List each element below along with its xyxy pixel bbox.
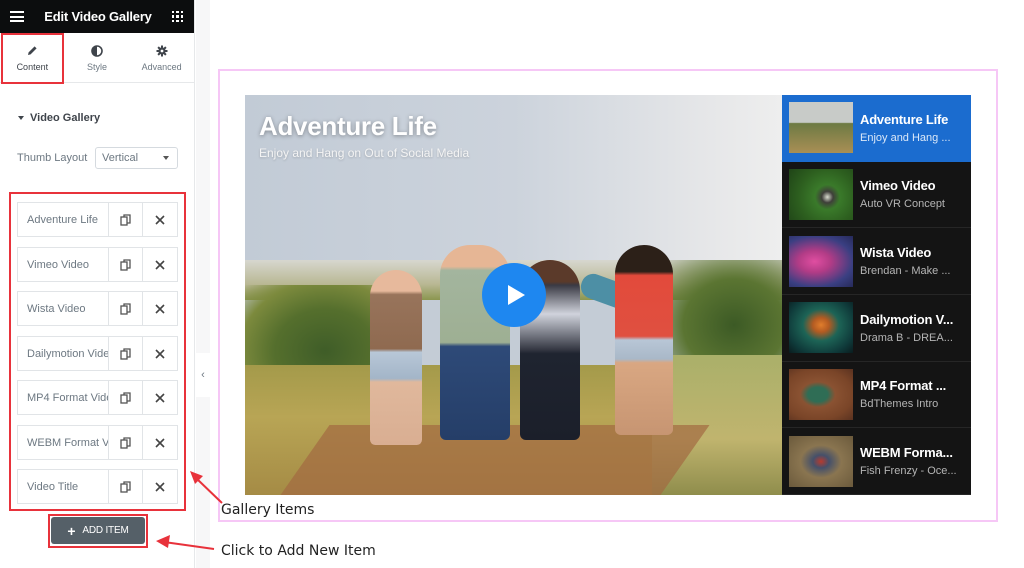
thumbnail-image [789,368,853,420]
section-title-label: Video Gallery [30,112,101,124]
dropdown-arrow-icon [163,156,169,160]
duplicate-icon[interactable] [109,203,143,236]
video-poster-hiker [615,245,673,435]
video-subtitle: Enjoy and Hang on Out of Social Media [259,146,470,160]
repeater-item[interactable]: Adventure Life [17,202,178,237]
repeater-item[interactable]: Dailymotion Video [17,336,178,371]
thumb-layout-select[interactable]: Vertical [95,147,178,169]
thumbnail-subtitle: BdThemes Intro [860,398,939,411]
add-item-label: ADD ITEM [82,525,129,536]
chevron-left-icon: ‹ [201,369,205,381]
add-item-button[interactable]: + ADD ITEM [51,517,145,544]
thumbnail-item[interactable]: WEBM Forma... Fish Frenzy - Oce... [782,428,971,495]
thumbnail-image [789,435,853,487]
repeater-item-title[interactable]: WEBM Format Video [18,426,109,459]
pencil-icon [27,44,38,58]
remove-icon[interactable] [143,292,177,325]
remove-icon[interactable] [143,470,177,503]
repeater-item[interactable]: Vimeo Video [17,247,178,282]
remove-icon[interactable] [143,203,177,236]
panel-title: Edit Video Gallery [44,9,152,24]
section-video-gallery[interactable]: Video Gallery [18,112,100,124]
thumb-layout-label: Thumb Layout [17,152,88,164]
repeater-item-title[interactable]: Video Title [18,470,109,503]
repeater-item-title[interactable]: Wista Video [18,292,109,325]
tab-advanced[interactable]: Advanced [129,33,194,82]
repeater-item[interactable]: Wista Video [17,291,178,326]
repeater-item-title[interactable]: Adventure Life [18,203,109,236]
thumbnail-title: MP4 Format ... [860,378,947,394]
thumbnail-subtitle: Drama B - DREA... [860,331,953,344]
thumbnail-title: Vimeo Video [860,178,936,194]
plus-icon: + [67,522,76,539]
thumbnail-title: Adventure Life [860,111,949,127]
play-icon [508,285,525,305]
hamburger-icon[interactable] [10,11,24,22]
video-gallery: Adventure Life Enjoy and Hang on Out of … [245,95,971,495]
grid-icon[interactable] [171,10,184,23]
thumbnail-subtitle: Auto VR Concept [860,198,945,211]
thumb-layout-value: Vertical [102,152,139,164]
panel-tabs: Content Style Advanced [0,33,194,84]
repeater-item-title[interactable]: Dailymotion Video [18,337,109,370]
thumbnail-image [789,168,853,220]
repeater-item-title[interactable]: MP4 Format Video [18,381,109,414]
thumbnail-image [789,102,853,154]
half-circle-icon [91,44,103,58]
thumbnail-item[interactable]: Wista Video Brendan - Make ... [782,228,971,295]
repeater-item[interactable]: Video Title [17,469,178,504]
panel-divider [196,0,210,568]
thumbnail-item[interactable]: Dailymotion V... Drama B - DREA... [782,295,971,362]
thumbnail-item[interactable]: Vimeo Video Auto VR Concept [782,162,971,229]
repeater-item[interactable]: MP4 Format Video [17,380,178,415]
thumbnail-item[interactable]: MP4 Format ... BdThemes Intro [782,362,971,429]
thumbnail-item[interactable]: Adventure Life Enjoy and Hang ... [782,95,971,162]
remove-icon[interactable] [143,248,177,281]
thumbnail-title: WEBM Forma... [860,445,953,461]
thumbnail-image [789,302,853,354]
tab-style-label: Style [87,61,108,72]
thumbnail-image [789,235,853,287]
thumbnail-title: Wista Video [860,245,932,261]
duplicate-icon[interactable] [109,426,143,459]
play-button[interactable] [482,263,546,327]
panel-header: Edit Video Gallery [0,0,194,33]
tab-content-label: Content [16,61,49,72]
remove-icon[interactable] [143,426,177,459]
gallery-items-annotation: Gallery Items [221,502,315,518]
collapse-panel-button[interactable]: ‹ [196,353,210,397]
remove-icon[interactable] [143,381,177,414]
thumbnail-list: Adventure Life Enjoy and Hang ... Vimeo … [782,95,971,495]
repeater-item[interactable]: WEBM Format Video [17,425,178,460]
repeater-item-title[interactable]: Vimeo Video [18,248,109,281]
add-item-annotation: Click to Add New Item [221,543,376,559]
caret-down-icon [18,116,24,120]
tab-style[interactable]: Style [65,33,130,82]
thumb-layout-field: Thumb Layout Vertical [17,147,178,169]
thumbnail-title: Dailymotion V... [860,311,954,327]
duplicate-icon[interactable] [109,381,143,414]
duplicate-icon[interactable] [109,292,143,325]
gear-icon [156,44,168,58]
duplicate-icon[interactable] [109,470,143,503]
video-title: Adventure Life [259,111,437,141]
duplicate-icon[interactable] [109,337,143,370]
thumbnail-subtitle: Enjoy and Hang ... [860,131,951,144]
thumbnail-subtitle: Brendan - Make ... [860,265,951,278]
remove-icon[interactable] [143,337,177,370]
video-player[interactable]: Adventure Life Enjoy and Hang on Out of … [245,95,782,495]
tab-content[interactable]: Content [0,33,65,84]
thumbnail-subtitle: Fish Frenzy - Oce... [860,465,957,478]
video-poster-hiker [370,270,422,445]
tab-advanced-label: Advanced [141,61,182,72]
duplicate-icon[interactable] [109,248,143,281]
